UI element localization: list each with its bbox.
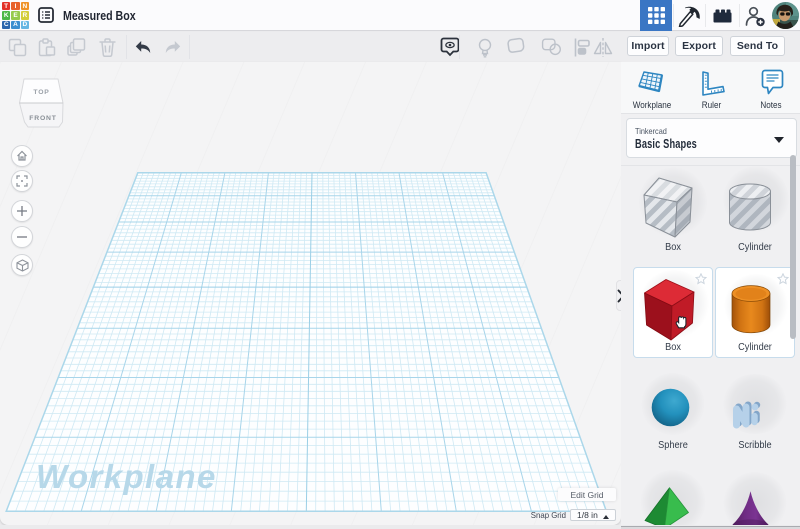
- svg-text:FRONT: FRONT: [29, 115, 56, 122]
- svg-text:TOP: TOP: [33, 89, 49, 96]
